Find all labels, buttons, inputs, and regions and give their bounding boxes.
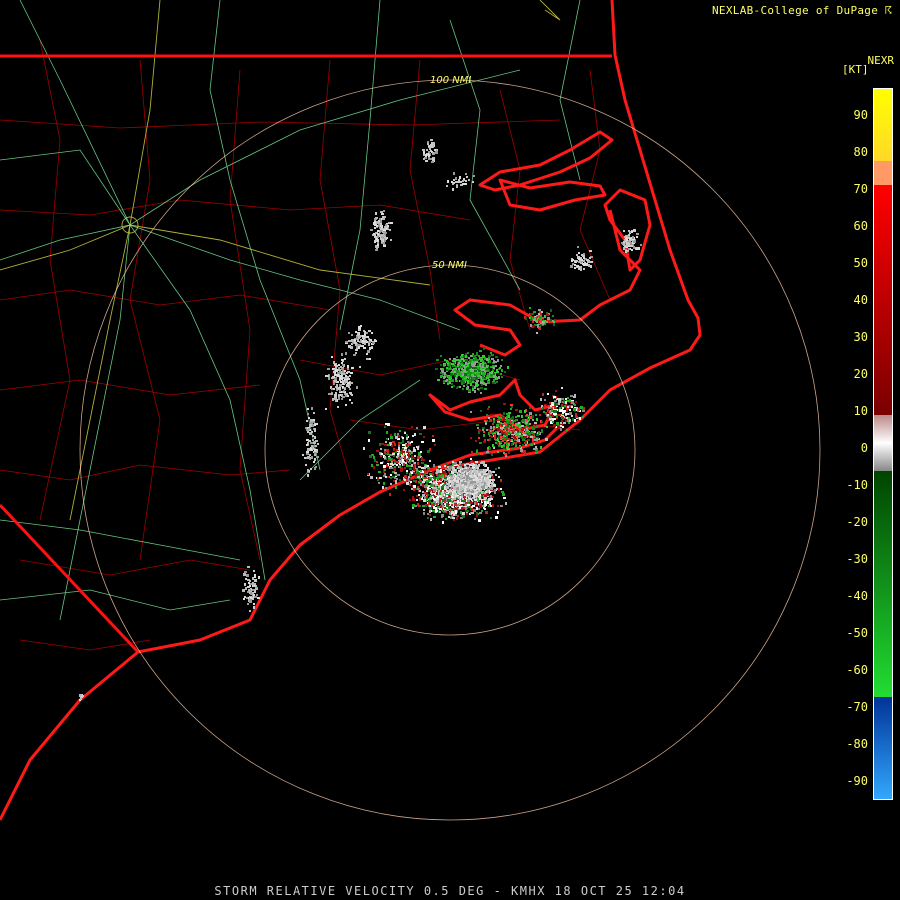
scale-tick: -50 [846, 626, 868, 640]
scale-tick: 40 [853, 293, 868, 307]
scale-tick: 30 [853, 330, 868, 344]
radar-map: 100 NMI 50 NMI [0, 0, 900, 900]
scale-tick: -80 [846, 737, 868, 751]
scale-tick: -30 [846, 552, 868, 566]
scale-tick: -10 [846, 478, 868, 492]
scale-tick: 0 [860, 441, 868, 455]
product-label: NEXR [867, 54, 895, 67]
scale-tick: 10 [853, 404, 868, 418]
product-caption: STORM RELATIVE VELOCITY 0.5 DEG - KMHX 1… [214, 884, 686, 898]
scale-tick: -40 [846, 589, 868, 603]
scale-tick: -90 [846, 774, 868, 788]
scale-tick: 80 [853, 145, 868, 159]
ring-label-50: 50 NMI [432, 260, 467, 271]
scale-seg-green [874, 471, 892, 697]
credit-label: NEXLAB-College of DuPage ☈ [712, 4, 892, 17]
scale-seg-red [874, 185, 892, 415]
scale-tick: -60 [846, 663, 868, 677]
units-label: [KT] [842, 63, 869, 76]
scale-tick: 50 [853, 256, 868, 270]
scale-tick: 70 [853, 182, 868, 196]
scale-tick: 20 [853, 367, 868, 381]
ring-label-100: 100 NMI [430, 75, 471, 86]
scale-tick: -20 [846, 515, 868, 529]
scale-tick: 90 [853, 108, 868, 122]
scale-seg-blue [874, 697, 892, 799]
scale-tick: 60 [853, 219, 868, 233]
scale-seg-orange [874, 161, 892, 185]
scale-tick: -70 [846, 700, 868, 714]
scale-seg-gray [874, 415, 892, 471]
velocity-color-scale [873, 88, 893, 800]
